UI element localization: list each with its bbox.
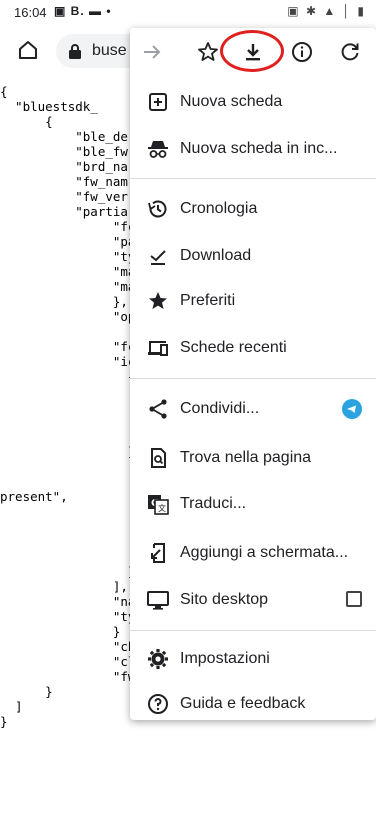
json-line: "bluestsdk_ bbox=[0, 99, 98, 114]
url-text: buse bbox=[92, 42, 127, 59]
menu-item-label: Guida e feedback bbox=[180, 695, 306, 712]
json-line: { bbox=[0, 84, 8, 99]
menu-item-bookmarks[interactable]: Preferiti bbox=[130, 281, 376, 321]
json-line: "ch bbox=[0, 639, 136, 654]
menu-item-label: Impostazioni bbox=[180, 650, 270, 667]
json-line: "ma bbox=[0, 264, 136, 279]
recent-tabs-icon bbox=[148, 341, 168, 356]
json-line: ], bbox=[0, 579, 128, 594]
menu-item-label: Download bbox=[180, 247, 252, 264]
json-line: "na bbox=[0, 594, 136, 609]
menu-item-add-to-home[interactable]: Aggiungi a schermata... bbox=[130, 533, 376, 573]
menu-item-settings[interactable]: Impostazioni bbox=[130, 639, 376, 679]
menu-item-label: Nuova scheda in inc... bbox=[180, 140, 338, 157]
json-line: "fc bbox=[0, 339, 136, 354]
help-icon bbox=[148, 694, 168, 714]
telegram-icon[interactable] bbox=[342, 399, 362, 419]
svg-text:文: 文 bbox=[158, 503, 166, 513]
system-status-icons: ▣ ✱ ▲ │ ▮ bbox=[287, 4, 366, 18]
json-line: "ic bbox=[0, 354, 136, 369]
forward-arrow-icon[interactable] bbox=[140, 40, 164, 64]
menu-divider bbox=[130, 630, 376, 631]
share-icon bbox=[149, 399, 167, 419]
menu-item-downloads[interactable]: Download bbox=[130, 236, 376, 276]
json-line: "fw_ver bbox=[0, 189, 128, 204]
json-line: "ty bbox=[0, 609, 136, 624]
json-line: ] bbox=[0, 699, 23, 714]
settings-icon bbox=[148, 649, 168, 669]
home-icon[interactable] bbox=[16, 38, 40, 62]
menu-item-desktop-site[interactable]: Sito desktop bbox=[130, 580, 376, 620]
json-line: { bbox=[0, 114, 53, 129]
json-line: "op bbox=[0, 309, 136, 324]
menu-divider bbox=[130, 378, 376, 379]
json-line: } bbox=[0, 444, 136, 459]
menu-divider bbox=[130, 178, 376, 179]
add-to-home-icon bbox=[151, 543, 165, 563]
translate-icon: G 文 bbox=[148, 495, 169, 515]
menu-item-share[interactable]: Condividi... bbox=[130, 389, 376, 429]
status-time: 16:04 bbox=[14, 5, 47, 20]
json-line: "ma bbox=[0, 279, 136, 294]
annotation-circle bbox=[220, 30, 284, 72]
json-line: } bbox=[0, 684, 53, 699]
menu-item-incognito[interactable]: Nuova scheda in inc... bbox=[130, 129, 376, 169]
menu-item-label: Schede recenti bbox=[180, 339, 287, 356]
menu-item-new-tab[interactable]: Nuova scheda bbox=[130, 82, 376, 122]
bookmark-star-icon[interactable] bbox=[196, 40, 220, 64]
status-bar: 16:04 ▣ B. ▬ • ▣ ✱ ▲ │ ▮ bbox=[0, 0, 376, 24]
star-filled-icon bbox=[149, 292, 167, 309]
json-line: } bbox=[0, 714, 8, 729]
menu-item-translate[interactable]: G 文 Traduci... bbox=[130, 484, 376, 524]
refresh-icon[interactable] bbox=[338, 40, 362, 64]
json-line: }, bbox=[0, 294, 128, 309]
find-in-page-icon bbox=[151, 448, 166, 468]
json-line: present", bbox=[0, 489, 68, 504]
menu-item-find-in-page[interactable]: Trova nella pagina bbox=[130, 438, 376, 478]
desktop-icon bbox=[147, 591, 169, 610]
menu-item-label: Nuova scheda bbox=[180, 93, 283, 110]
menu-item-label: Sito desktop bbox=[180, 591, 269, 608]
json-line: "fc bbox=[0, 219, 136, 234]
new-tab-icon bbox=[149, 93, 167, 111]
json-line: "ble_fw bbox=[0, 144, 128, 159]
json-line: "partia bbox=[0, 204, 128, 219]
menu-item-label: Cronologia bbox=[180, 200, 258, 217]
json-line: } bbox=[0, 624, 121, 639]
json-line: "fw_nam bbox=[0, 174, 128, 189]
json-line: "ble_de bbox=[0, 129, 128, 144]
json-line: { bbox=[0, 369, 136, 384]
notification-icons: ▣ B. ▬ • bbox=[54, 4, 112, 18]
overflow-menu: Nuova scheda Nuova scheda in inc... Cron… bbox=[130, 28, 376, 720]
menu-item-label: Trova nella pagina bbox=[180, 449, 312, 466]
menu-item-label: Aggiungi a schermata... bbox=[180, 544, 349, 561]
menu-item-label: Condividi... bbox=[180, 400, 260, 417]
menu-item-history[interactable]: Cronologia bbox=[130, 189, 376, 229]
menu-item-label: Traduci... bbox=[180, 495, 247, 512]
menu-item-label: Preferiti bbox=[180, 292, 236, 309]
history-icon bbox=[148, 200, 167, 218]
json-line: } bbox=[0, 564, 136, 579]
menu-item-recent-tabs[interactable]: Schede recenti bbox=[130, 328, 376, 368]
desktop-site-checkbox[interactable] bbox=[346, 591, 362, 607]
info-icon[interactable] bbox=[290, 40, 314, 64]
menu-item-help[interactable]: Guida e feedback bbox=[130, 684, 376, 724]
json-line: "brd_na bbox=[0, 159, 128, 174]
incognito-icon bbox=[148, 141, 168, 158]
lock-icon bbox=[69, 44, 81, 59]
json-line: "pa bbox=[0, 234, 136, 249]
json-line: "ty bbox=[0, 249, 136, 264]
download-done-icon bbox=[150, 250, 166, 265]
menu-action-bar bbox=[130, 28, 376, 76]
